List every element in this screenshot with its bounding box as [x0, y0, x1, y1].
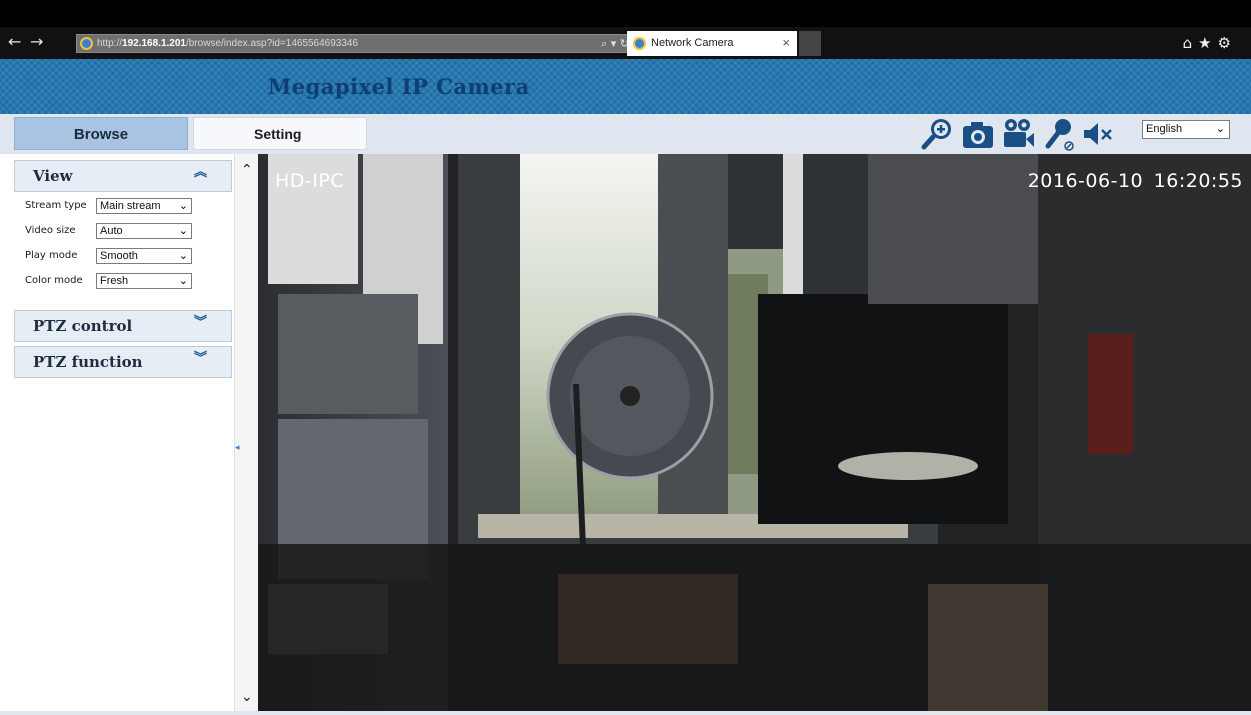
address-search-refresh-icons[interactable]: ⌕ ▾ ↻ [601, 37, 629, 51]
chevron-down-icon: ⌄ [178, 199, 188, 212]
new-tab-button[interactable] [799, 31, 821, 56]
view-section-title: View [33, 167, 73, 185]
browser-toolbar: ← → http://192.168.1.201/browse/index.as… [0, 27, 1251, 59]
microphone-icon[interactable] [1042, 116, 1078, 152]
panel-scrollbar[interactable]: ⌃ ◂ ⌄ [234, 154, 258, 711]
osd-camera-name: HD-IPC [275, 170, 345, 192]
play-mode-select[interactable]: Smooth ⌄ [96, 248, 192, 264]
chevron-down-icon: ⌄ [178, 224, 188, 237]
gear-icon[interactable]: ⚙ [1218, 34, 1237, 52]
color-mode-label: Color mode [25, 275, 83, 286]
scroll-down-icon[interactable]: ⌄ [241, 689, 253, 705]
play-mode-label: Play mode [25, 250, 78, 261]
zoom-in-icon[interactable] [920, 116, 956, 152]
tab-setting-label: Setting [254, 126, 302, 142]
chevron-down-icon: ⌄ [178, 249, 188, 262]
browser-tab-title: Network Camera [651, 37, 734, 49]
video-size-value: Auto [100, 225, 123, 237]
browser-tab-network-camera[interactable]: Network Camera × [627, 31, 797, 56]
banner-title: Megapixel IP Camera [268, 74, 530, 99]
expand-chevron-down-icon[interactable]: ︾ [194, 352, 207, 365]
chevron-down-icon: ⌄ [1215, 122, 1225, 135]
collapse-chevron-up-icon[interactable]: ︽ [194, 166, 207, 179]
forward-arrow-icon[interactable]: → [30, 34, 43, 50]
mute-speaker-icon[interactable] [1080, 116, 1116, 152]
ptz-function-title: PTZ function [33, 353, 143, 371]
ie-logo-icon [633, 37, 646, 50]
tab-browse-label: Browse [73, 126, 129, 143]
scroll-up-icon[interactable]: ⌃ [241, 162, 253, 178]
osd-timestamp: 2016-06-10 16:20:55 [1027, 170, 1243, 192]
view-section-header[interactable]: View ︽ [14, 160, 232, 192]
back-arrow-icon[interactable]: ← [8, 34, 21, 50]
ie-logo-icon [80, 37, 93, 50]
stream-type-select[interactable]: Main stream ⌄ [96, 198, 192, 214]
color-mode-value: Fresh [100, 275, 129, 287]
tab-close-icon[interactable]: × [782, 35, 790, 50]
main-tabs-bar: Browse Setting English ⌄ [0, 114, 1251, 154]
ptz-function-section-header[interactable]: PTZ function ︾ [14, 346, 232, 378]
stream-type-value: Main stream [100, 200, 161, 212]
snapshot-camera-icon[interactable] [960, 116, 996, 152]
tab-setting[interactable]: Setting [193, 117, 367, 150]
stream-type-label: Stream type [25, 200, 87, 211]
language-select-value: English [1146, 123, 1183, 135]
video-size-label: Video size [25, 225, 76, 236]
header-banner: Megapixel IP Camera [0, 59, 1251, 114]
language-select[interactable]: English ⌄ [1142, 120, 1230, 139]
address-url[interactable]: http://192.168.1.201/browse/index.asp?id… [97, 38, 358, 49]
chevron-down-icon: ⌄ [178, 274, 188, 287]
live-video-view[interactable]: HD-IPC 2016-06-10 16:20:55 [258, 154, 1251, 711]
top-black-strip [0, 0, 1251, 27]
ptz-control-title: PTZ control [33, 317, 133, 335]
panel-collapse-handle-icon[interactable]: ◂ [235, 442, 240, 452]
tab-browse[interactable]: Browse [14, 117, 188, 150]
browser-right-icons: ⌂★⚙ [1183, 34, 1237, 52]
record-video-icon[interactable] [1000, 116, 1036, 152]
color-mode-select[interactable]: Fresh ⌄ [96, 273, 192, 289]
video-size-select[interactable]: Auto ⌄ [96, 223, 192, 239]
play-mode-value: Smooth [100, 250, 138, 262]
left-panel: View ︽ Stream type Main stream ⌄ Video s… [14, 154, 234, 711]
camera-feed-image [258, 154, 1251, 711]
star-icon[interactable]: ★ [1198, 34, 1217, 52]
bottom-border [0, 711, 1251, 715]
address-bar[interactable]: http://192.168.1.201/browse/index.asp?id… [76, 34, 636, 53]
home-icon[interactable]: ⌂ [1183, 34, 1199, 52]
expand-chevron-down-icon[interactable]: ︾ [194, 316, 207, 329]
ptz-control-section-header[interactable]: PTZ control ︾ [14, 310, 232, 342]
video-toolbar [918, 116, 1123, 152]
